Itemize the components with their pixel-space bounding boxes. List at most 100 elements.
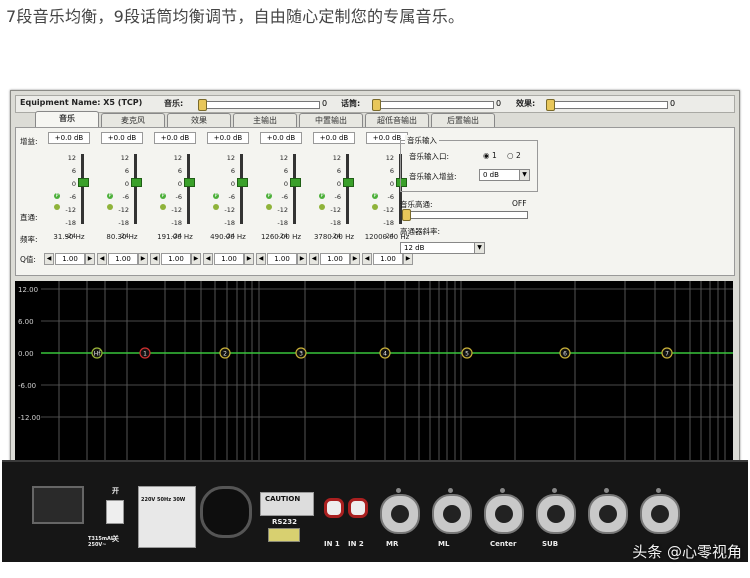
band-q-value[interactable]: 1.00 [373,253,403,265]
hpf-slope-select[interactable]: 12 dB ▼ [400,242,485,254]
scale-tick: 12 [226,154,235,162]
q-decrease-button[interactable]: ◀ [309,253,319,265]
band-fader-knob[interactable] [184,178,195,187]
bypass-led[interactable]: P [372,193,378,199]
q-increase-button[interactable]: ▶ [191,253,201,265]
effect-volume-slider[interactable] [546,99,668,111]
q-increase-button[interactable]: ▶ [403,253,413,265]
band-gain-value[interactable]: +0.0 dB [154,132,196,144]
scale-tick: 12 [385,154,394,162]
tab-rear-out[interactable]: 后置输出 [431,113,495,127]
input-radio-2[interactable]: ○ 2 [507,151,521,160]
headline: 7段音乐均衡，9段话筒均衡调节，自由随心定制您的专属音乐。 [6,7,465,26]
tab-music[interactable]: 音乐 [35,111,99,127]
tab-effect[interactable]: 效果 [167,113,231,127]
band-gain-value[interactable]: +0.0 dB [313,132,355,144]
band-scale: 12 6 0 -6 -12 -18 -24 [378,152,394,243]
band-frequency: 3780.00 Hz [313,233,355,241]
xlr-output-jack [432,494,472,534]
band-fader-knob[interactable] [343,178,354,187]
q-increase-button[interactable]: ▶ [85,253,95,265]
scale-tick: -12 [277,206,288,214]
band-q-value[interactable]: 1.00 [267,253,297,265]
eq-led [160,204,166,210]
chevron-down-icon[interactable]: ▼ [519,170,529,180]
q-increase-button[interactable]: ▶ [350,253,360,265]
band-scale: 12 6 0 -6 -12 -18 -24 [166,152,182,243]
scale-tick: -12 [118,206,129,214]
q-decrease-button[interactable]: ◀ [150,253,160,265]
tab-center-out[interactable]: 中置输出 [299,113,363,127]
q-increase-button[interactable]: ▶ [297,253,307,265]
band-gain-value[interactable]: +0.0 dB [260,132,302,144]
in2-label: IN 2 [348,540,364,548]
slider-thumb[interactable] [372,99,381,111]
band-q-value[interactable]: 1.00 [108,253,138,265]
band-fader-track[interactable] [240,154,243,224]
band-q-value[interactable]: 1.00 [161,253,191,265]
q-decrease-button[interactable]: ◀ [203,253,213,265]
eq-led [213,204,219,210]
scale-tick: 6 [124,167,129,175]
band-gain-value[interactable]: +0.0 dB [207,132,249,144]
band-fader-track[interactable] [293,154,296,224]
q-increase-button[interactable]: ▶ [138,253,148,265]
band-fader-track[interactable] [134,154,137,224]
bypass-led[interactable]: P [266,193,272,199]
radio-2-label: 2 [515,151,521,160]
slider-thumb[interactable] [198,99,207,111]
eq-band: +0.0 dB 12 6 0 -6 -12 -18 -24 P 490.00 Hz ◀ 1.00 ▶ [201,128,255,275]
q-decrease-button[interactable]: ◀ [44,253,54,265]
scale-tick: 6 [283,167,288,175]
band-fader-knob[interactable] [131,178,142,187]
bypass-led[interactable]: P [107,193,113,199]
eq-band: +0.0 dB 12 6 0 -6 -12 -18 -24 P 3780.00 Hz ◀ 1.00 ▶ [307,128,361,275]
chevron-down-icon[interactable]: ▼ [474,243,484,253]
q-decrease-button[interactable]: ◀ [362,253,372,265]
scale-tick: -18 [65,219,76,227]
eq-band-handle-label: 1 [143,351,147,358]
band-fader-knob[interactable] [290,178,301,187]
eq-response-graph[interactable]: 12.00 6.00 0.00 -6.00 -12.00 Hf 1 2 3 4 5 6 7 [15,281,733,463]
rs232-port [268,528,300,542]
band-fader-track[interactable] [346,154,349,224]
bypass-led[interactable]: P [160,193,166,199]
tab-sub-out[interactable]: 超低音输出 [365,113,429,127]
xlr-output-jack [484,494,524,534]
q-decrease-button[interactable]: ◀ [256,253,266,265]
band-frequency: 191.00 Hz [157,233,193,241]
xlr-output-jack [588,494,628,534]
freq-row-label: 频率: [20,235,38,244]
bypass-led[interactable]: P [213,193,219,199]
mic-volume-slider[interactable] [372,99,494,111]
tab-mic[interactable]: 麦克风 [101,113,165,127]
scale-tick: -18 [383,219,394,227]
music-volume-slider[interactable] [198,99,320,111]
band-gain-value[interactable]: +0.0 dB [48,132,90,144]
in1-jack [324,498,344,518]
band-fader-track[interactable] [81,154,84,224]
band-fader-knob[interactable] [237,178,248,187]
band-q-control: ◀ 1.00 ▶ [44,253,95,265]
eq-band-handle-label: Hf [94,351,102,358]
q-increase-button[interactable]: ▶ [244,253,254,265]
band-fader-knob[interactable] [78,178,89,187]
slider-thumb[interactable] [402,209,411,221]
music-input-source-label: 音乐输入口: [409,152,450,161]
band-scale: 12 6 0 -6 -12 -18 -24 [272,152,288,243]
band-q-value[interactable]: 1.00 [214,253,244,265]
q-decrease-button[interactable]: ◀ [97,253,107,265]
band-q-value[interactable]: 1.00 [55,253,85,265]
bypass-led[interactable]: P [319,193,325,199]
band-gain-value[interactable]: +0.0 dB [101,132,143,144]
band-fader-track[interactable] [187,154,190,224]
input-radio-1[interactable]: ◉ 1 [483,151,497,160]
band-q-control: ◀ 1.00 ▶ [362,253,413,265]
bypass-led[interactable]: P [54,193,60,199]
hpf-slope-label: 高通器斜率: [400,227,441,236]
music-input-gain-select[interactable]: 0 dB ▼ [479,169,530,181]
music-hpf-slider[interactable] [402,209,528,221]
tab-main-out[interactable]: 主输出 [233,113,297,127]
band-q-value[interactable]: 1.00 [320,253,350,265]
slider-thumb[interactable] [546,99,555,111]
